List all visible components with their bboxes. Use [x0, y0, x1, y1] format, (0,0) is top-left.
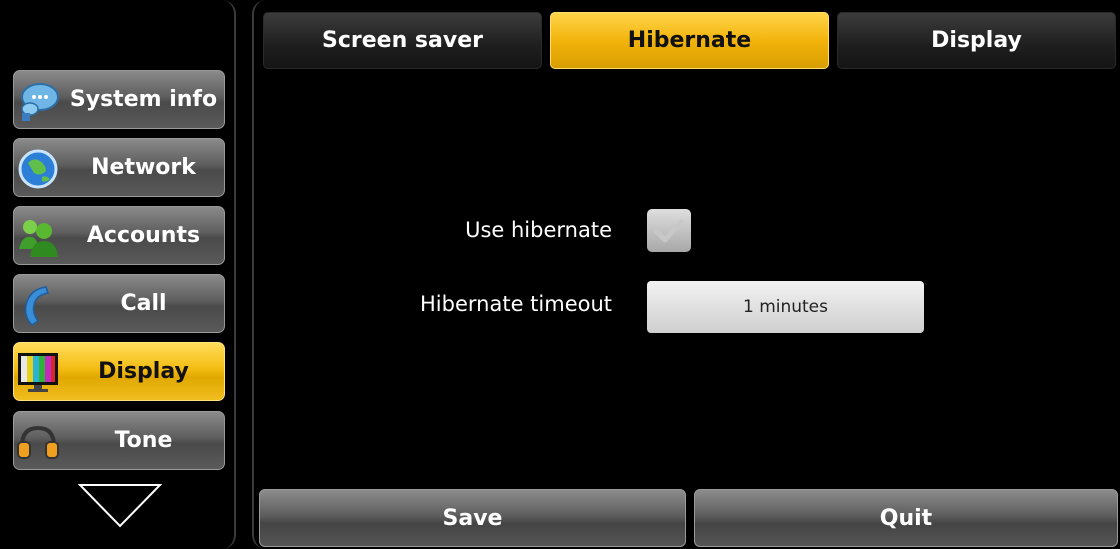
sidebar-item-label: System info	[69, 87, 218, 112]
users-icon	[19, 220, 58, 257]
save-button-label: Save	[442, 505, 503, 531]
tab-screen-saver[interactable]: Screen saver	[263, 12, 542, 69]
use-hibernate-checkbox[interactable]	[647, 209, 691, 252]
checkmark-icon	[654, 219, 684, 242]
globe-icon	[18, 149, 58, 189]
use-hibernate-label: Use hibernate	[465, 218, 612, 242]
sidebar-item-system-info[interactable]: System info	[13, 70, 225, 129]
hibernate-timeout-select[interactable]: 1 minutes	[647, 281, 924, 333]
sidebar-item-label: Tone	[114, 428, 173, 453]
sidebar: System info Network Accounts Call Displa…	[0, 0, 236, 549]
monitor-icon	[18, 353, 58, 392]
sidebar-item-accounts[interactable]: Accounts	[13, 206, 225, 265]
save-button[interactable]: Save	[259, 489, 686, 547]
sidebar-item-label: Network	[91, 155, 196, 180]
chat-bubble-icon	[21, 83, 59, 121]
sidebar-item-call[interactable]: Call	[13, 274, 225, 333]
quit-button-label: Quit	[879, 505, 933, 531]
sidebar-item-network[interactable]: Network	[13, 138, 225, 197]
tab-hibernate[interactable]: Hibernate	[550, 12, 829, 69]
phone-handset-icon	[24, 286, 49, 326]
tab-display[interactable]: Display	[837, 12, 1116, 69]
settings-panel	[252, 0, 1120, 549]
sidebar-item-label: Call	[120, 291, 167, 316]
sidebar-item-label: Display	[98, 359, 189, 384]
sidebar-item-tone[interactable]: Tone	[13, 411, 225, 470]
sidebar-item-label: Accounts	[86, 223, 201, 248]
triangle-down-icon[interactable]	[78, 483, 162, 528]
headphones-icon	[17, 425, 59, 459]
tab-label: Hibernate	[627, 28, 752, 53]
hibernate-timeout-label: Hibernate timeout	[420, 292, 612, 316]
tab-label: Display	[931, 28, 1022, 53]
quit-button[interactable]: Quit	[694, 489, 1118, 547]
tab-label: Screen saver	[322, 28, 483, 53]
sidebar-item-display[interactable]: Display	[13, 342, 225, 401]
